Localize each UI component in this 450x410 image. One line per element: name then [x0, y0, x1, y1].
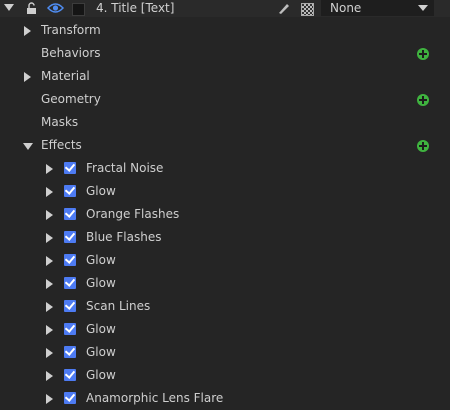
category-transform[interactable]: Transform: [0, 19, 450, 42]
category-label: Masks: [41, 115, 79, 129]
add-behavior-icon[interactable]: [417, 48, 429, 60]
collapse-arrow-icon[interactable]: [4, 4, 14, 11]
expand-arrow-icon[interactable]: [46, 325, 53, 335]
collapse-arrow-icon[interactable]: [23, 143, 33, 150]
expand-arrow-icon[interactable]: [46, 210, 53, 220]
expand-arrow-icon[interactable]: [46, 302, 53, 312]
category-label: Geometry: [41, 92, 101, 106]
blend-mode-value: None: [330, 1, 362, 15]
expand-arrow-icon[interactable]: [46, 233, 53, 243]
enable-checkbox[interactable]: [64, 300, 76, 312]
category-masks[interactable]: Masks: [0, 111, 450, 134]
enable-checkbox[interactable]: [64, 346, 76, 358]
category-material[interactable]: Material: [0, 65, 450, 88]
category-effects[interactable]: Effects: [0, 134, 450, 157]
enable-checkbox[interactable]: [64, 231, 76, 243]
effect-row[interactable]: Anamorphic Lens Flare: [0, 387, 450, 410]
layer-title: 4. Title [Text]: [96, 1, 175, 15]
layer-color-swatch[interactable]: [72, 3, 85, 16]
category-geometry[interactable]: Geometry: [0, 88, 450, 111]
category-label: Effects: [41, 138, 82, 152]
blend-mode-select[interactable]: None: [321, 0, 434, 16]
category-label: Transform: [41, 23, 101, 37]
effect-label: Anamorphic Lens Flare: [86, 391, 224, 405]
enable-checkbox[interactable]: [64, 392, 76, 404]
effect-label: Glow: [86, 322, 116, 336]
effect-label: Glow: [86, 368, 116, 382]
category-label: Material: [41, 69, 90, 83]
effect-row[interactable]: Glow: [0, 272, 450, 295]
brush-icon[interactable]: [276, 1, 291, 15]
enable-checkbox[interactable]: [64, 162, 76, 174]
effect-row[interactable]: Scan Lines: [0, 295, 450, 318]
category-behaviors[interactable]: Behaviors: [0, 42, 450, 65]
effect-label: Orange Flashes: [86, 207, 180, 221]
effect-row[interactable]: Glow: [0, 180, 450, 203]
add-geometry-icon[interactable]: [417, 94, 429, 106]
enable-checkbox[interactable]: [64, 185, 76, 197]
category-label: Behaviors: [41, 46, 101, 60]
layer-header-row: 4. Title [Text] None: [0, 0, 450, 17]
expand-arrow-icon[interactable]: [46, 279, 53, 289]
enable-checkbox[interactable]: [64, 323, 76, 335]
effect-row[interactable]: Glow: [0, 249, 450, 272]
unlock-icon[interactable]: [25, 2, 38, 15]
effect-row[interactable]: Glow: [0, 364, 450, 387]
expand-arrow-icon[interactable]: [46, 256, 53, 266]
enable-checkbox[interactable]: [64, 369, 76, 381]
effect-row[interactable]: Orange Flashes: [0, 203, 450, 226]
eye-icon[interactable]: [47, 1, 64, 15]
effect-label: Glow: [86, 276, 116, 290]
effect-row[interactable]: Blue Flashes: [0, 226, 450, 249]
chevron-down-icon: [418, 5, 428, 11]
expand-arrow-icon[interactable]: [46, 348, 53, 358]
effect-label: Glow: [86, 184, 116, 198]
enable-checkbox[interactable]: [64, 208, 76, 220]
effect-row[interactable]: Glow: [0, 341, 450, 364]
expand-arrow-icon[interactable]: [24, 26, 31, 36]
effect-label: Glow: [86, 345, 116, 359]
expand-arrow-icon[interactable]: [46, 187, 53, 197]
effect-label: Glow: [86, 253, 116, 267]
enable-checkbox[interactable]: [64, 254, 76, 266]
effect-row[interactable]: Fractal Noise: [0, 157, 450, 180]
checkerboard-icon[interactable]: [301, 3, 314, 16]
add-effect-icon[interactable]: [417, 140, 429, 152]
effect-label: Blue Flashes: [86, 230, 162, 244]
effect-label: Scan Lines: [86, 299, 151, 313]
effect-label: Fractal Noise: [86, 161, 164, 175]
enable-checkbox[interactable]: [64, 277, 76, 289]
properties-panel: 4. Title [Text] None Transform Behaviors…: [0, 0, 450, 405]
expand-arrow-icon[interactable]: [46, 164, 53, 174]
expand-arrow-icon[interactable]: [46, 371, 53, 381]
expand-arrow-icon[interactable]: [24, 72, 31, 82]
effect-row[interactable]: Glow: [0, 318, 450, 341]
